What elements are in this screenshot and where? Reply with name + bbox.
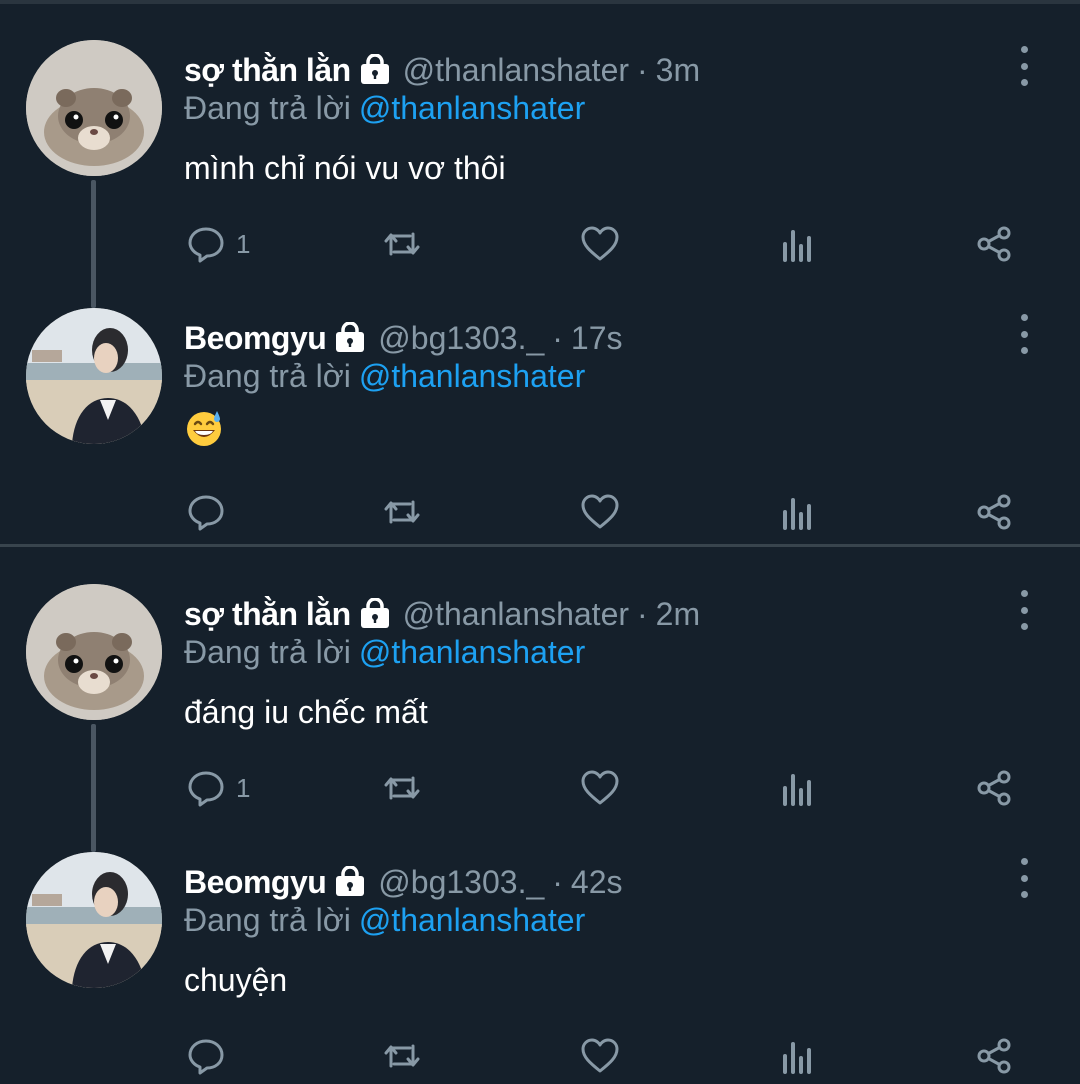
like-button[interactable] <box>580 490 620 534</box>
author-name[interactable]: sợ thằn lằn <box>184 596 351 633</box>
tweet[interactable]: Beomgyu @bg1303._ · 17s Đang trả lời @tha… <box>0 272 1080 540</box>
lock-icon <box>336 866 365 896</box>
share-icon <box>977 1038 1011 1074</box>
timestamp[interactable]: 17s <box>571 320 623 357</box>
author-handle[interactable]: @bg1303._ <box>378 320 544 357</box>
reply-button[interactable] <box>186 490 236 534</box>
more-options-icon[interactable] <box>1008 46 1040 86</box>
reply-button[interactable]: 1 <box>186 766 250 810</box>
retweet-button[interactable] <box>382 222 422 266</box>
retweet-icon <box>384 500 420 524</box>
author-handle[interactable]: @thanlanshater <box>403 52 629 89</box>
replying-to: Đang trả lời @thanlanshater <box>184 634 585 671</box>
replying-to: Đang trả lời @thanlanshater <box>184 902 585 939</box>
share-icon <box>977 226 1011 262</box>
timestamp[interactable]: 3m <box>656 52 700 89</box>
replying-to-label: Đang trả lời <box>184 90 351 126</box>
analytics-button[interactable] <box>778 490 818 534</box>
action-bar <box>0 1034 1080 1078</box>
replying-to: Đang trả lời @thanlanshater <box>184 90 585 127</box>
action-bar: 1 <box>0 222 1080 266</box>
analytics-button[interactable] <box>778 766 818 810</box>
hamster-avatar[interactable] <box>26 40 162 176</box>
replying-to-label: Đang trả lời <box>184 902 351 938</box>
beach-person-avatar[interactable] <box>26 852 162 988</box>
reply-count: 1 <box>236 228 251 259</box>
tweet-text: chuyện <box>184 962 288 998</box>
replying-to-label: Đang trả lời <box>184 634 351 670</box>
beach-person-avatar[interactable] <box>26 308 162 444</box>
tweet[interactable]: sợ thằn lằn @thanlanshater · 3m Đang trả… <box>0 4 1080 308</box>
share-button[interactable] <box>974 490 1014 534</box>
mention-link[interactable]: @thanlanshater <box>359 90 585 126</box>
lock-icon <box>360 54 389 84</box>
share-icon <box>977 770 1011 806</box>
author-name[interactable]: Beomgyu <box>184 864 327 901</box>
author-name[interactable]: Beomgyu <box>184 320 327 357</box>
grinning-sweat-emoji <box>187 411 221 446</box>
mention-link[interactable]: @thanlanshater <box>359 634 585 670</box>
action-bar <box>0 490 1080 534</box>
separator-dot: · <box>637 51 648 88</box>
timestamp[interactable]: 42s <box>571 864 623 901</box>
share-button[interactable] <box>974 766 1014 810</box>
more-options-icon[interactable] <box>1008 858 1040 898</box>
retweet-button[interactable] <box>382 766 422 810</box>
analytics-icon <box>783 498 811 530</box>
tweet-text: đáng iu chếc mất <box>184 694 428 730</box>
reply-icon <box>188 771 224 807</box>
analytics-icon <box>783 1042 811 1074</box>
like-button[interactable] <box>580 222 620 266</box>
separator-dot: · <box>637 595 648 632</box>
heart-icon <box>581 770 619 805</box>
reply-icon <box>188 495 224 531</box>
lock-icon <box>360 598 389 628</box>
author-name[interactable]: sợ thằn lằn <box>184 52 351 89</box>
heart-icon <box>581 494 619 529</box>
separator-dot: · <box>552 319 563 356</box>
analytics-icon <box>783 230 811 262</box>
conversation-divider <box>0 544 1080 547</box>
share-button[interactable] <box>974 1034 1014 1078</box>
author-handle[interactable]: @thanlanshater <box>403 596 629 633</box>
timestamp[interactable]: 2m <box>656 596 700 633</box>
reply-icon <box>188 1039 224 1075</box>
retweet-button[interactable] <box>382 1034 422 1078</box>
tweet-text: mình chỉ nói vu vơ thôi <box>184 150 506 186</box>
heart-icon <box>581 226 619 261</box>
separator-dot: · <box>552 863 563 900</box>
mention-link[interactable]: @thanlanshater <box>359 902 585 938</box>
reply-button[interactable] <box>186 1034 236 1078</box>
more-options-icon[interactable] <box>1008 314 1040 354</box>
retweet-icon <box>384 776 420 800</box>
reply-button[interactable]: 1 <box>186 222 250 266</box>
replying-to: Đang trả lời @thanlanshater <box>184 358 585 395</box>
tweet[interactable]: Beomgyu @bg1303._ · 42s Đang trả lời @tha… <box>0 816 1080 1084</box>
author-handle[interactable]: @bg1303._ <box>378 864 544 901</box>
analytics-button[interactable] <box>778 1034 818 1078</box>
heart-icon <box>581 1038 619 1073</box>
share-button[interactable] <box>974 222 1014 266</box>
replying-to-label: Đang trả lời <box>184 358 351 394</box>
analytics-button[interactable] <box>778 222 818 266</box>
lock-icon <box>336 322 365 352</box>
more-options-icon[interactable] <box>1008 590 1040 630</box>
retweet-icon <box>384 232 420 256</box>
retweet-icon <box>384 1044 420 1068</box>
action-bar: 1 <box>0 766 1080 810</box>
like-button[interactable] <box>580 1034 620 1078</box>
mention-link[interactable]: @thanlanshater <box>359 358 585 394</box>
analytics-icon <box>783 774 811 806</box>
like-button[interactable] <box>580 766 620 810</box>
hamster-avatar[interactable] <box>26 584 162 720</box>
reply-count: 1 <box>236 772 251 803</box>
tweet[interactable]: sợ thằn lằn @thanlanshater · 2m Đang trả… <box>0 548 1080 852</box>
share-icon <box>977 494 1011 530</box>
retweet-button[interactable] <box>382 490 422 534</box>
reply-icon <box>188 227 224 263</box>
